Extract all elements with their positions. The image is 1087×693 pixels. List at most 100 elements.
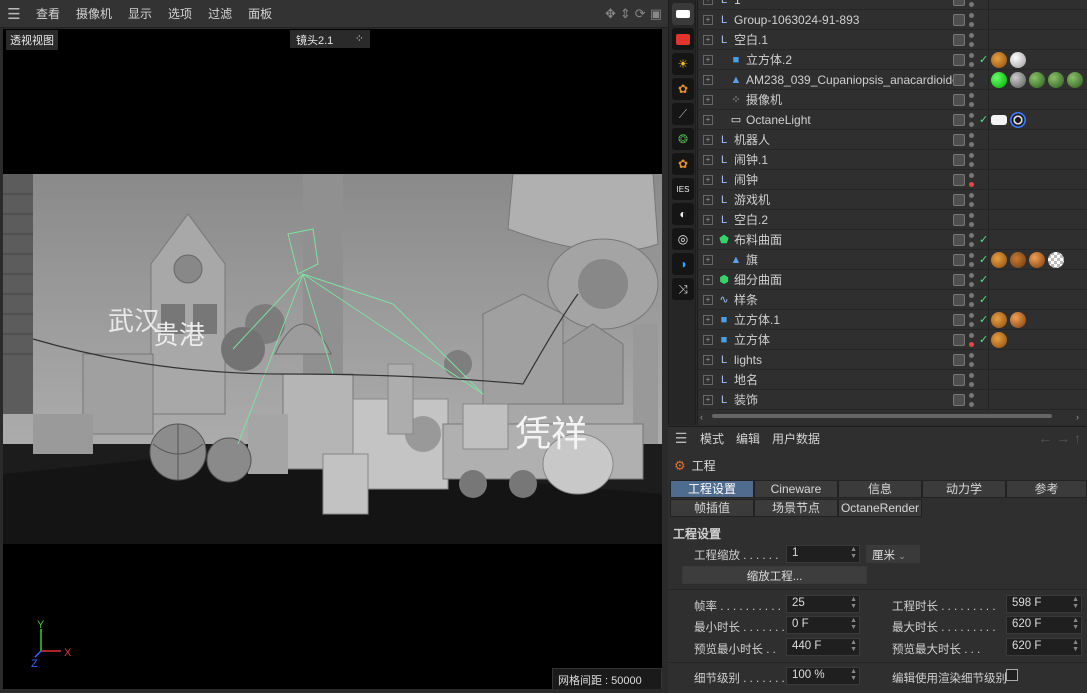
scale-project-button[interactable]: 缩放工程... [682, 566, 867, 584]
expand-toggle-icon[interactable]: + [703, 374, 713, 385]
material2-icon[interactable]: ✿ [672, 153, 694, 175]
layer-toggle[interactable] [953, 233, 965, 246]
tab-project-settings[interactable]: 工程设置 [670, 480, 754, 498]
material-green-icon[interactable] [1067, 71, 1083, 88]
layer-toggle[interactable] [953, 253, 965, 266]
menu-filter[interactable]: 过滤 [200, 5, 240, 22]
hamburger-menu-icon[interactable]: ☰ [668, 430, 694, 447]
render-camera-icon[interactable] [672, 28, 694, 50]
enabled-check-icon[interactable]: ✓ [979, 253, 988, 266]
texture-tag-icon[interactable] [991, 251, 1007, 268]
layer-toggle[interactable] [953, 393, 965, 406]
expand-toggle-icon[interactable]: + [703, 354, 713, 365]
visibility-dots[interactable] [969, 52, 975, 67]
expand-toggle-icon[interactable]: + [703, 194, 713, 205]
object-row[interactable]: + L 闹钟 [697, 170, 1087, 190]
project-scale-field[interactable]: 1 ▲ ▼ [786, 545, 860, 563]
visibility-dots[interactable] [969, 212, 975, 227]
shuffle-icon[interactable]: ⤨ [672, 278, 694, 300]
texture-icon[interactable]: ⟋ [672, 103, 694, 125]
expand-toggle-icon[interactable]: + [703, 0, 713, 5]
object-row[interactable]: + ▲ 旗 ✓ [697, 250, 1087, 270]
object-row[interactable]: + Llights [697, 350, 1087, 370]
enabled-check-icon[interactable]: ✓ [979, 113, 988, 126]
enabled-check-icon[interactable]: ✓ [979, 333, 988, 346]
enabled-check-icon[interactable]: ✓ [979, 273, 988, 286]
layer-toggle[interactable] [953, 313, 965, 326]
hamburger-menu-icon[interactable]: ☰ [0, 0, 28, 28]
nav-arrows-icon[interactable]: ← → ↑ [1038, 430, 1087, 446]
layer-toggle[interactable] [953, 353, 965, 366]
expand-toggle-icon[interactable]: + [703, 54, 713, 65]
enabled-check-icon[interactable]: ✓ [979, 293, 988, 306]
layer-toggle[interactable] [953, 173, 965, 186]
visibility-dots[interactable] [969, 12, 975, 27]
visibility-dots[interactable] [969, 292, 975, 307]
visibility-dots[interactable] [969, 152, 975, 167]
layer-toggle[interactable] [953, 93, 965, 106]
visibility-dots[interactable] [969, 332, 975, 347]
target-icon[interactable]: ◎ [672, 228, 694, 250]
maximize-view-icon[interactable]: ▣ [650, 6, 662, 22]
layer-toggle[interactable] [953, 113, 965, 126]
green-sphere-icon[interactable] [991, 71, 1007, 88]
unit-dropdown[interactable]: 厘米 ⌄ [866, 545, 920, 563]
material-gray-icon[interactable] [1010, 71, 1026, 88]
target-tag-icon[interactable] [1010, 111, 1026, 128]
expand-toggle-icon[interactable]: + [703, 294, 713, 305]
tab-info[interactable]: 信息 [838, 480, 922, 498]
menu-camera[interactable]: 摄像机 [68, 5, 120, 22]
layer-toggle[interactable] [953, 13, 965, 26]
min-time-field[interactable]: 0 F ▲ ▼ [786, 616, 860, 634]
horizontal-scrollbar[interactable]: ‹ › [700, 412, 1085, 420]
object-row[interactable]: + L1 [697, 0, 1087, 10]
fps-field[interactable]: 25 ▲ ▼ [786, 595, 860, 613]
texture-tag-icon[interactable] [991, 311, 1007, 328]
enabled-check-icon[interactable]: ✓ [979, 313, 988, 326]
expand-toggle-icon[interactable]: + [703, 174, 713, 185]
half-circle-icon[interactable]: ◑ [672, 253, 694, 275]
object-row[interactable]: + L 装饰 [697, 390, 1087, 410]
move-view-icon[interactable]: ✥ [605, 6, 616, 22]
tab-frame-interpolation[interactable]: 帧插值 [670, 499, 754, 517]
object-row[interactable]: + ⬟ 布料曲面 ✓ [697, 230, 1087, 250]
expand-toggle-icon[interactable]: + [703, 334, 713, 345]
tab-reference[interactable]: 参考 [1006, 480, 1087, 498]
object-row[interactable]: + L 闹钟.1 [697, 150, 1087, 170]
rotate-view-icon[interactable]: ⟳ [635, 6, 646, 22]
object-row[interactable]: + ∿ 样条 ✓ [697, 290, 1087, 310]
visibility-dots[interactable] [969, 232, 975, 247]
visibility-dots[interactable] [969, 92, 975, 107]
ies-light-icon[interactable]: IES [672, 178, 694, 200]
expand-toggle-icon[interactable]: + [703, 234, 713, 245]
material-orange-icon[interactable] [1029, 251, 1045, 268]
visibility-dots[interactable] [969, 32, 975, 47]
texture-tag-icon[interactable] [991, 51, 1007, 68]
preview-max-field[interactable]: 620 F ▲ ▼ [1006, 638, 1082, 656]
object-row[interactable]: + L 机器人 [697, 130, 1087, 150]
material-orange-icon[interactable] [1010, 311, 1026, 328]
object-row[interactable]: + ⬢ 细分曲面 ✓ [697, 270, 1087, 290]
visibility-dots[interactable] [969, 192, 975, 207]
object-row[interactable]: + ■ 立方体.1 ✓ [697, 310, 1087, 330]
layer-toggle[interactable] [953, 333, 965, 346]
texture-tag-icon[interactable] [991, 331, 1007, 348]
visibility-dots[interactable] [969, 392, 975, 407]
layer-toggle[interactable] [953, 153, 965, 166]
sphere-tag-icon[interactable]: ❂ [672, 128, 694, 150]
toggle-icon[interactable] [672, 3, 694, 25]
expand-toggle-icon[interactable]: + [703, 214, 713, 225]
visibility-dots[interactable] [969, 372, 975, 387]
material-green-icon[interactable] [1048, 71, 1064, 88]
visibility-dots[interactable] [969, 312, 975, 327]
layer-toggle[interactable] [953, 373, 965, 386]
visibility-dots[interactable] [969, 72, 975, 87]
layer-toggle[interactable] [953, 213, 965, 226]
object-row[interactable]: + ■ 立方体 ✓ [697, 330, 1087, 350]
object-row[interactable]: + L 空白.2 [697, 210, 1087, 230]
camera-selector[interactable]: 镜头2.1 ⁘ [290, 30, 370, 48]
object-row[interactable]: + ▭ OctaneLight ✓ [697, 110, 1087, 130]
menu-mode[interactable]: 模式 [694, 430, 730, 447]
light-tag-icon[interactable] [991, 114, 1007, 125]
object-row[interactable]: + ⁘ 摄像机 [697, 90, 1087, 110]
